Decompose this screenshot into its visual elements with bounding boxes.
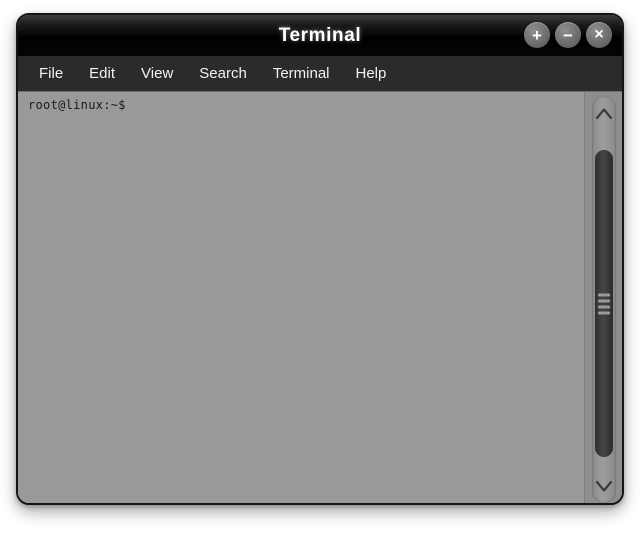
vertical-scroll-thumb[interactable] — [595, 150, 613, 457]
scroll-up-button[interactable] — [592, 98, 616, 128]
terminal-output-area[interactable]: root@linux:~$ — [18, 92, 584, 503]
maximize-button[interactable]: + — [524, 22, 550, 48]
vertical-thumb-grip-icon — [598, 293, 610, 314]
window-titlebar[interactable]: Terminal + − × — [18, 15, 622, 56]
chevron-down-icon — [595, 480, 613, 492]
scroll-down-button[interactable] — [592, 471, 616, 501]
screen-root: Terminal + − × File Edit View Search Ter… — [0, 0, 640, 533]
vertical-scrollbar[interactable] — [584, 92, 622, 503]
terminal-prompt-line: root@linux:~$ — [28, 98, 126, 112]
chevron-up-icon — [595, 107, 613, 119]
window-controls: + − × — [524, 22, 612, 48]
menu-item-help[interactable]: Help — [345, 62, 398, 85]
close-button[interactable]: × — [586, 22, 612, 48]
vertical-scroll-track[interactable] — [592, 96, 616, 503]
menu-item-file[interactable]: File — [28, 62, 74, 85]
minus-icon: − — [563, 25, 573, 45]
menu-bar: File Edit View Search Terminal Help — [18, 56, 622, 92]
menu-item-edit[interactable]: Edit — [78, 62, 126, 85]
plus-icon: + — [532, 25, 542, 45]
menu-item-search[interactable]: Search — [188, 62, 258, 85]
menu-item-view[interactable]: View — [130, 62, 184, 85]
terminal-body: root@linux:~$ — [18, 92, 622, 503]
close-icon: × — [594, 26, 604, 43]
menu-item-terminal[interactable]: Terminal — [262, 62, 341, 85]
terminal-window: Terminal + − × File Edit View Search Ter… — [16, 13, 624, 505]
terminal-viewport[interactable]: root@linux:~$ — [18, 92, 584, 503]
minimize-button[interactable]: − — [555, 22, 581, 48]
